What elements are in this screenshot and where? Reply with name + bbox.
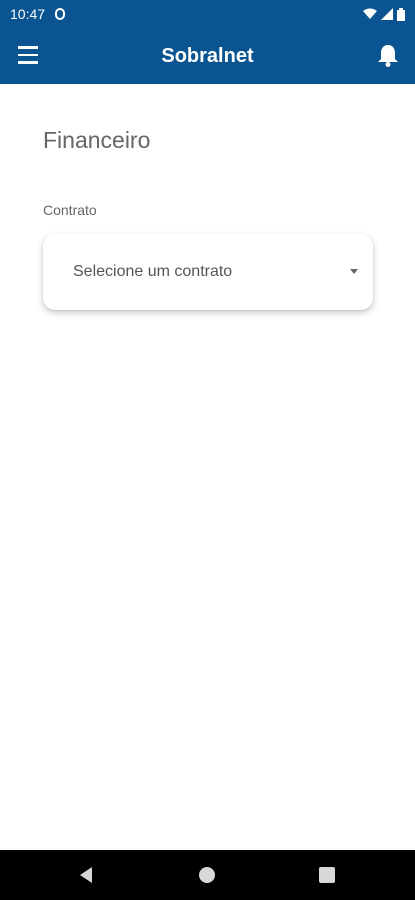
recents-icon[interactable] [319,867,335,883]
back-icon[interactable] [78,866,94,884]
main-content: Financeiro Contrato Selecione um contrat… [0,84,415,850]
app-title: Sobralnet [161,45,254,67]
navigation-bar [0,850,415,900]
status-time: 10:47 [10,6,46,22]
wifi-icon [363,8,377,19]
contract-select-value: Selecione um contrato [73,263,233,280]
battery-icon [397,7,405,21]
app-notification-icon [55,8,66,20]
status-bar: 10:47 [0,0,415,28]
contract-select[interactable]: Selecione um contrato [43,234,373,310]
dropdown-arrow-icon [350,269,358,274]
menu-icon[interactable] [18,46,42,66]
bell-icon[interactable] [377,43,401,69]
status-icons [363,7,405,21]
signal-icon [381,8,393,20]
contract-label: Contrato [43,202,97,218]
app-bar: Sobralnet [0,28,415,84]
page-title: Financeiro [43,127,151,153]
home-icon[interactable] [199,867,215,883]
